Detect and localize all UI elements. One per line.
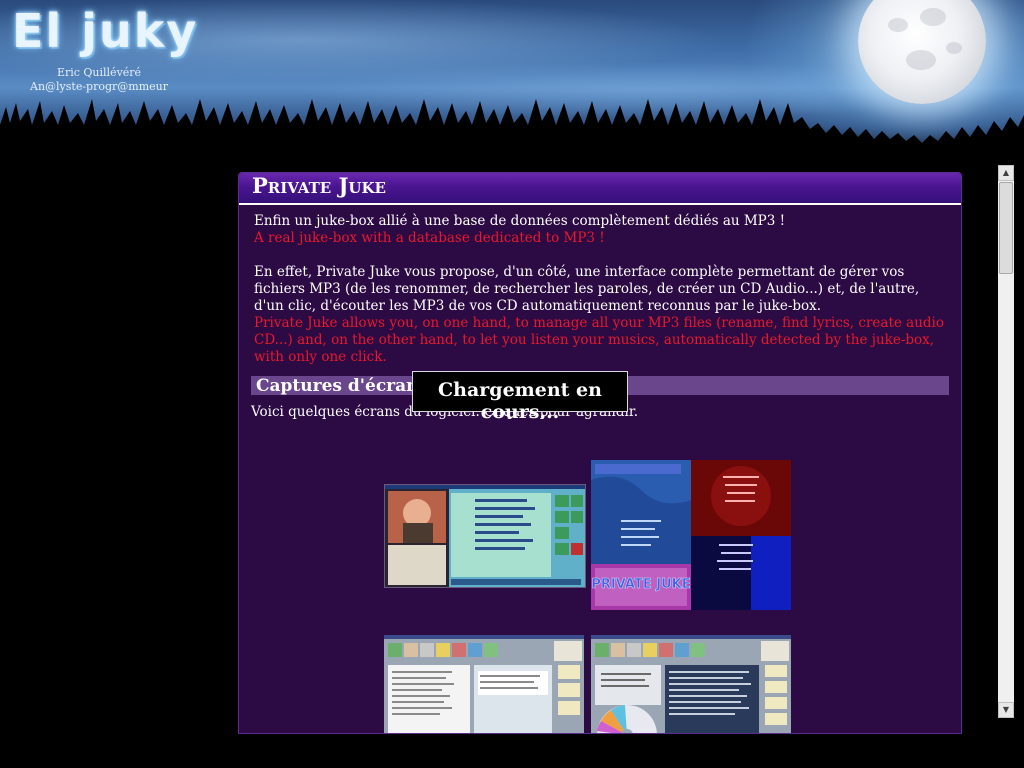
- description-text-fr: En effet, Private Juke vous propose, d'u…: [254, 264, 920, 314]
- vertical-scrollbar[interactable]: ▲ ▼: [998, 165, 1014, 718]
- site-header: El juky Eric Quillévéré An@lyste-progr@m…: [0, 0, 1024, 160]
- intro-text-fr: Enfin un juke-box allié à une base de do…: [254, 213, 786, 229]
- page-title: Private Juke: [252, 173, 386, 198]
- screenshot-thumbnail-1[interactable]: [384, 484, 586, 588]
- grass-silhouette: [0, 99, 1024, 160]
- site-logo[interactable]: El juky: [12, 4, 198, 58]
- screenshot-thumbnail-2[interactable]: PRIVATE JUKE: [591, 460, 791, 610]
- loading-indicator: Chargement en cours...: [412, 371, 628, 423]
- scroll-down-arrow-icon[interactable]: ▼: [998, 702, 1014, 718]
- screenshot-main-interface-image: [385, 485, 585, 587]
- scrollbar-thumb[interactable]: [999, 182, 1013, 274]
- screenshot-cd-creator-image: [591, 635, 791, 733]
- author-info: Eric Quillévéré An@lyste-progr@mmeur: [0, 66, 198, 94]
- scroll-up-arrow-icon[interactable]: ▲: [998, 165, 1014, 181]
- intro-text-en: A real juke-box with a database dedicate…: [254, 230, 605, 246]
- moon-image: [858, 0, 986, 104]
- author-name: Eric Quillévéré: [56, 66, 142, 79]
- description-text-en: Private Juke allows you, on one hand, to…: [254, 315, 944, 365]
- author-email-link[interactable]: An@lyste-progr@mmeur: [0, 80, 198, 94]
- panel-title-bar: Private Juke: [239, 173, 961, 205]
- screenshot-file-manager-image: [384, 635, 584, 733]
- content-panel: Private Juke Enfin un juke-box allié à u…: [238, 172, 962, 734]
- screenshot-jukebox-skins-image: PRIVATE JUKE: [591, 460, 791, 610]
- screenshot-thumbnail-3[interactable]: [384, 635, 584, 733]
- private-juke-logo: PRIVATE JUKE: [591, 577, 690, 592]
- screenshot-thumbnail-4[interactable]: [591, 635, 791, 733]
